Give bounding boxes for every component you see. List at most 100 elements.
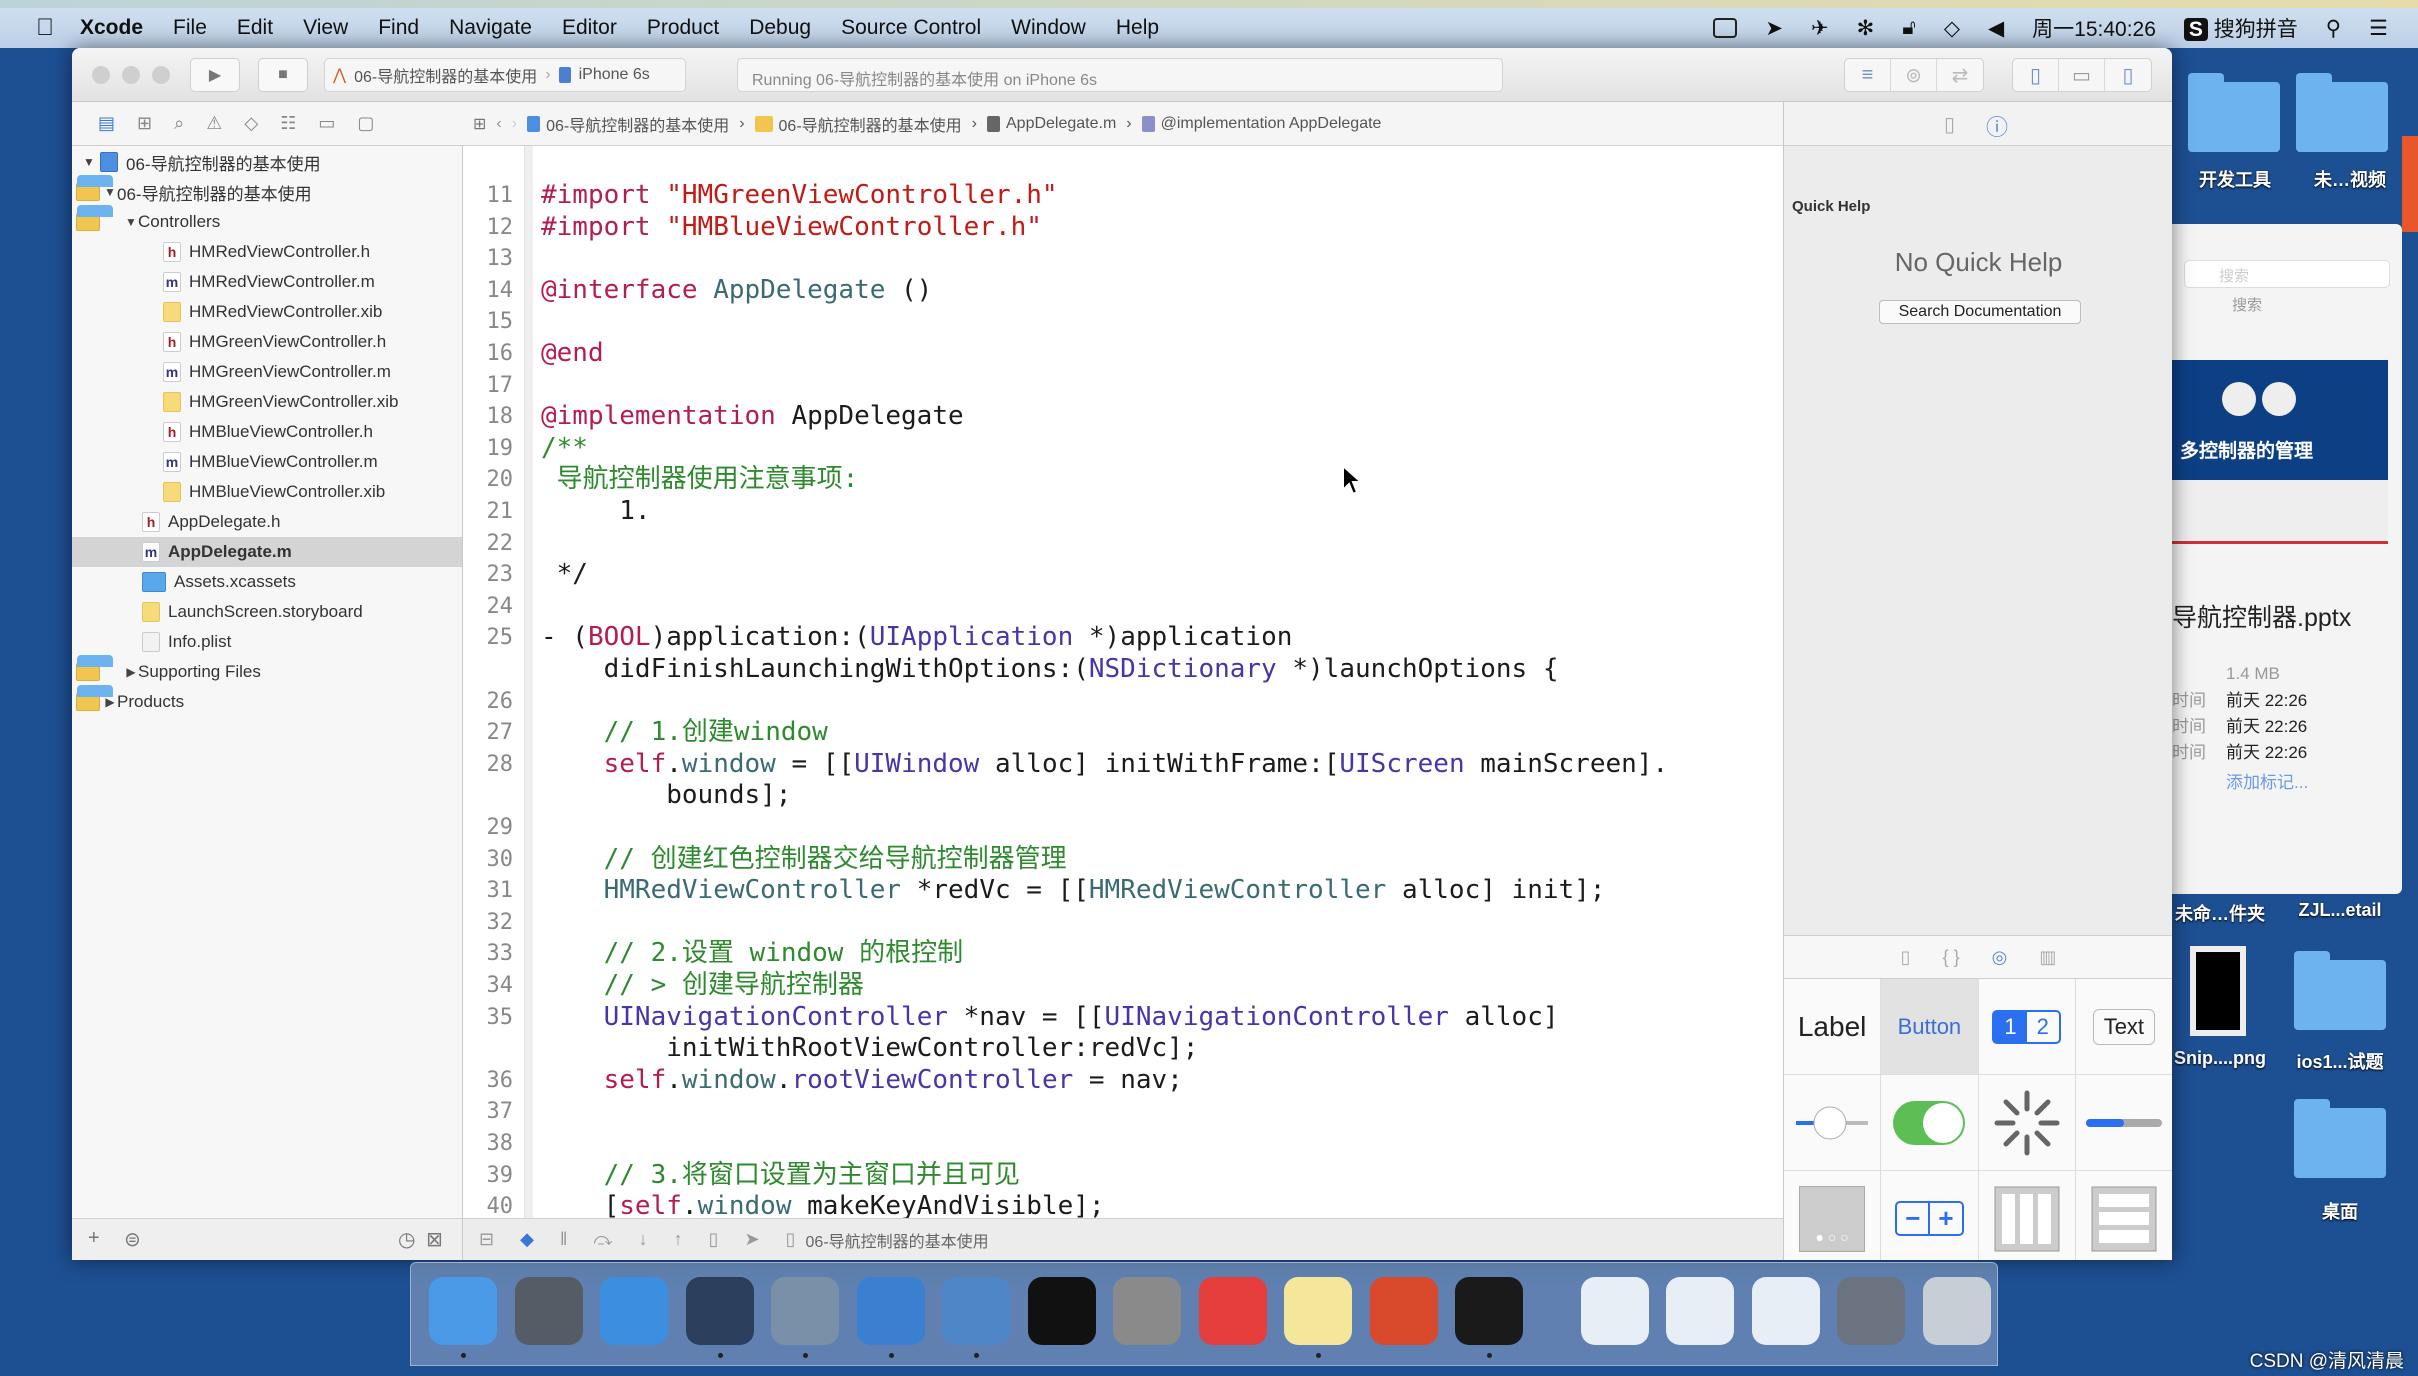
library-item-table-view-cell[interactable] xyxy=(2075,1171,2172,1260)
dock-finder-icon[interactable] xyxy=(429,1277,497,1345)
sogou-icon[interactable]: S xyxy=(2183,18,2208,41)
navigator-item[interactable]: Info.plist xyxy=(72,627,462,657)
add-icon[interactable]: + xyxy=(88,1227,100,1250)
library-item-button[interactable]: Button xyxy=(1881,979,1979,1075)
finder-search-field[interactable]: 搜索 xyxy=(2184,260,2390,288)
editor-mode-control[interactable]: ≡ ⊚ ⇄ xyxy=(1844,58,1984,92)
navigator-item[interactable]: ▶ Supporting Files xyxy=(72,655,462,687)
disclosure-triangle-icon[interactable]: ▼ xyxy=(82,155,96,169)
menu-edit[interactable]: Edit xyxy=(237,16,273,40)
source-editor[interactable]: 11 #import "HMGreenViewController.h" 12 #im… xyxy=(463,146,1783,1260)
lock-icon[interactable]: 🔓︎ xyxy=(1902,16,1916,40)
view-hierarchy-icon[interactable]: ▯ xyxy=(709,1229,719,1250)
navigator-item[interactable]: h HMRedViewController.h xyxy=(72,237,462,267)
breadcrumb-symbol[interactable]: @implementation AppDelegate xyxy=(1141,115,1381,133)
screen-record-icon[interactable] xyxy=(1713,18,1738,38)
dock-safari-icon[interactable] xyxy=(600,1277,668,1345)
code-line[interactable]: 34 // > 创建导航控制器 xyxy=(463,970,1783,1002)
code-snippet-library-icon[interactable]: { } xyxy=(1943,947,1960,968)
menu-editor[interactable]: Editor xyxy=(562,16,617,40)
navigator-item[interactable]: m AppDelegate.m xyxy=(72,537,462,567)
code-line[interactable]: 18 @implementation AppDelegate xyxy=(463,401,1783,433)
menu-find[interactable]: Find xyxy=(378,16,419,40)
code-line[interactable]: 17 xyxy=(463,370,1783,402)
dock-doc-2-icon[interactable] xyxy=(1666,1277,1734,1345)
menu-file[interactable]: File xyxy=(173,16,207,40)
step-out-icon[interactable]: ↑ xyxy=(674,1229,683,1250)
navigator-item[interactable]: h HMGreenViewController.h xyxy=(72,327,462,357)
code-line[interactable]: 35 UINavigationController *nav = [[UINav… xyxy=(463,1002,1783,1034)
library-item-label[interactable]: Label xyxy=(1784,979,1882,1075)
library-item-slider[interactable] xyxy=(1784,1075,1882,1171)
recent-files-icon[interactable]: ◷ xyxy=(398,1227,415,1252)
code-line[interactable]: 27 // 1.创建window xyxy=(463,717,1783,749)
spotlight-search-icon[interactable]: ⚲ xyxy=(2326,16,2341,41)
breakpoints-toggle-icon[interactable]: ◆ xyxy=(520,1229,534,1250)
code-line[interactable]: 32 xyxy=(463,907,1783,939)
dock-doc-1-icon[interactable] xyxy=(1580,1277,1649,1345)
standard-editor-icon[interactable]: ≡ xyxy=(1845,59,1891,91)
dock-mouse-icon[interactable] xyxy=(685,1277,754,1345)
search-documentation-button[interactable]: Search Documentation xyxy=(1879,300,2081,324)
add-tags-link[interactable]: 添加标记... xyxy=(2226,768,2308,793)
navigator-item[interactable]: ▶ Products xyxy=(72,685,462,717)
test-navigator-icon[interactable]: ◇ xyxy=(244,113,258,134)
code-line[interactable]: 33 // 2.设置 window 的根控制 xyxy=(463,938,1783,970)
breadcrumb-group[interactable]: 06-导航控制器的基本使用 xyxy=(754,112,962,136)
related-items-icon[interactable]: ⊞ xyxy=(473,114,486,134)
filter-icon[interactable]: ⊜ xyxy=(124,1227,141,1252)
menu-view[interactable]: View xyxy=(303,16,348,40)
library-item-progress-view[interactable] xyxy=(2075,1075,2172,1171)
code-line[interactable]: 29 xyxy=(463,812,1783,844)
toggle-navigator-icon[interactable]: ▯ xyxy=(2013,59,2059,91)
navigator-item[interactable]: ▼ 06-导航控制器的基本使用 xyxy=(72,175,462,207)
menu-window[interactable]: Window xyxy=(1011,16,1086,40)
code-line[interactable]: 23 */ xyxy=(463,559,1783,591)
dock-powerpoint-icon[interactable] xyxy=(1369,1277,1438,1345)
issue-navigator-icon[interactable]: ⚠ xyxy=(206,113,222,134)
code-line[interactable]: bounds]; xyxy=(463,780,1783,812)
code-line[interactable]: 39 // 3.将窗口设置为主窗口并且可见 xyxy=(463,1160,1783,1192)
code-line[interactable]: 13 xyxy=(463,243,1783,275)
volume-icon[interactable]: ◀ xyxy=(1988,16,2004,41)
navigator-item[interactable]: Assets.xcassets xyxy=(72,567,462,597)
media-library-icon[interactable]: ▥ xyxy=(2039,947,2056,968)
menu-debug[interactable]: Debug xyxy=(749,16,811,40)
dock-doc-4-icon[interactable] xyxy=(1837,1277,1905,1345)
desktop-folder-icon[interactable] xyxy=(2294,951,2386,1030)
navigator-item[interactable]: h AppDelegate.h xyxy=(72,507,462,537)
dock-launchpad-icon[interactable] xyxy=(514,1277,583,1345)
code-line[interactable]: didFinishLaunchingWithOptions:(NSDiction… xyxy=(463,654,1783,686)
code-line[interactable]: 19 /** xyxy=(463,433,1783,465)
simulate-location-icon[interactable]: ➤ xyxy=(745,1229,760,1250)
zoom-window-button[interactable] xyxy=(152,66,170,84)
disclosure-triangle-icon[interactable]: ▶ xyxy=(103,695,117,709)
breadcrumb-file[interactable]: AppDelegate.m xyxy=(987,115,1116,133)
step-into-icon[interactable]: ↓ xyxy=(639,1229,648,1250)
dock-console-icon[interactable] xyxy=(1455,1277,1523,1345)
disclosure-triangle-icon[interactable]: ▼ xyxy=(124,215,138,229)
menu-navigate[interactable]: Navigate xyxy=(449,16,532,40)
location-icon[interactable]: ➤ xyxy=(1765,16,1783,41)
debug-navigator-icon[interactable]: ☷ xyxy=(280,113,296,134)
dock-doc-3-icon[interactable] xyxy=(1751,1277,1820,1345)
navigator-item[interactable]: m HMBlueViewController.m xyxy=(72,447,462,477)
code-line[interactable]: 31 HMRedViewController *redVc = [[HMRedV… xyxy=(463,875,1783,907)
code-line[interactable]: 26 xyxy=(463,686,1783,718)
desktop-item-label[interactable]: Snip....png xyxy=(2166,1048,2274,1069)
screenshot-file-icon[interactable] xyxy=(2190,946,2246,1036)
step-over-icon[interactable]: ⤼ xyxy=(593,1229,612,1250)
library-item-stepper[interactable]: − + xyxy=(1881,1171,1979,1260)
project-navigator-icon[interactable]: ▤ xyxy=(98,113,115,134)
assistant-editor-icon[interactable]: ⊚ xyxy=(1891,59,1937,91)
menu-source-control[interactable]: Source Control xyxy=(841,16,981,40)
apple-icon[interactable]:  xyxy=(36,14,54,42)
navigator-item[interactable]: m HMRedViewController.m xyxy=(72,267,462,297)
dock-xmind-icon[interactable] xyxy=(1198,1277,1267,1345)
code-line[interactable]: 36 self.window.rootViewController = nav; xyxy=(463,1065,1783,1097)
dock-quicktime-icon[interactable] xyxy=(771,1277,839,1345)
code-line[interactable]: 21 1. xyxy=(463,496,1783,528)
code-line[interactable]: 12 #import "HMBlueViewController.h" xyxy=(463,212,1783,244)
navigator-item[interactable]: HMGreenViewController.xib xyxy=(72,387,462,417)
navigator-item[interactable]: m HMGreenViewController.m xyxy=(72,357,462,387)
